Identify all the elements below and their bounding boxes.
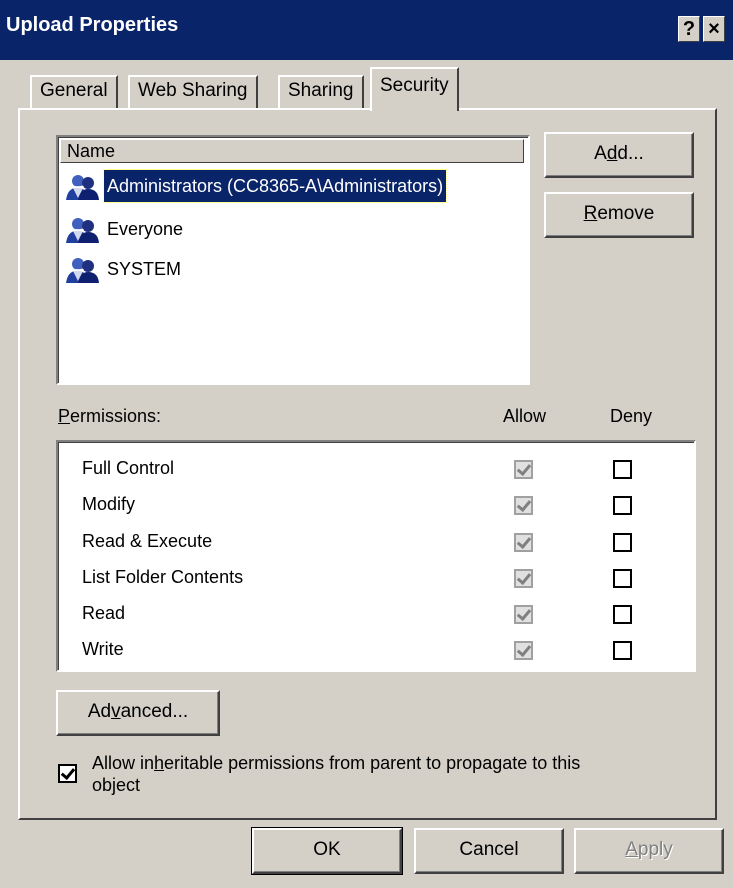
advanced-button[interactable]: Advanced... [56, 690, 220, 736]
button-text: Ad [87, 701, 112, 722]
list-item-system[interactable]: SYSTEM [62, 253, 524, 285]
deny-list-folder-contents-checkbox[interactable] [613, 569, 632, 588]
label-text: object [92, 775, 141, 795]
list-item-label: Administrators (CC8365-A\Administrators) [102, 169, 448, 203]
allow-column-header: Allow [503, 406, 547, 426]
inherit-permissions-checkbox[interactable] [58, 764, 77, 783]
list-item-administrators[interactable]: Administrators (CC8365-A\Administrators) [62, 169, 524, 203]
accelerator-key: R [583, 203, 598, 224]
button-text: anced... [120, 701, 189, 722]
allow-read-execute-checkbox[interactable] [514, 533, 533, 552]
list-item-everyone[interactable]: Everyone [62, 213, 524, 245]
allow-list-folder-contents-checkbox[interactable] [514, 569, 533, 588]
list-item-label: Everyone [107, 219, 184, 239]
deny-column-header: Deny [610, 406, 653, 426]
allow-modify-checkbox[interactable] [514, 496, 533, 515]
users-group-icon [66, 218, 99, 243]
list-item-label: SYSTEM [107, 259, 182, 279]
button-text: emove [597, 203, 655, 224]
deny-write-checkbox[interactable] [613, 641, 632, 660]
inherit-permissions-label[interactable]: Allow inheritable permissions from paren… [92, 752, 692, 796]
deny-full-control-checkbox[interactable] [613, 460, 632, 479]
button-text: d... [617, 143, 644, 164]
button-text: pply [637, 839, 673, 860]
permission-row-write: Write [82, 639, 124, 659]
label-text: eritable permissions from parent to prop… [164, 753, 581, 773]
name-column-header[interactable]: Name [60, 139, 524, 163]
deny-read-checkbox[interactable] [613, 605, 632, 624]
users-group-icon [66, 258, 99, 283]
permission-row-list-folder-contents: List Folder Contents [82, 567, 244, 587]
permissions-label: Permissions: [58, 406, 161, 427]
button-text: A [594, 143, 607, 164]
accelerator-key: v [111, 701, 121, 722]
add-button[interactable]: Add... [544, 132, 694, 178]
accelerator-key: P [58, 406, 71, 426]
ok-button[interactable]: OK [251, 827, 403, 875]
cancel-button[interactable]: Cancel [414, 828, 564, 874]
deny-modify-checkbox[interactable] [613, 496, 632, 515]
permission-row-read-execute: Read & Execute [82, 531, 213, 551]
accelerator-key: A [625, 839, 638, 860]
apply-button[interactable]: Apply [574, 828, 724, 874]
allow-full-control-checkbox[interactable] [514, 460, 533, 479]
users-group-icon [66, 175, 99, 200]
accelerator-key: d [606, 143, 618, 164]
label-text: ermissions: [70, 406, 162, 426]
allow-write-checkbox[interactable] [514, 641, 533, 660]
permission-row-modify: Modify [82, 494, 136, 514]
accelerator-key: h [154, 753, 165, 773]
allow-read-checkbox[interactable] [514, 605, 533, 624]
permission-row-read: Read [82, 603, 126, 623]
remove-button[interactable]: Remove [544, 192, 694, 238]
deny-read-execute-checkbox[interactable] [613, 533, 632, 552]
permission-row-full-control: Full Control [82, 458, 175, 478]
label-text: Allow in [92, 753, 155, 773]
